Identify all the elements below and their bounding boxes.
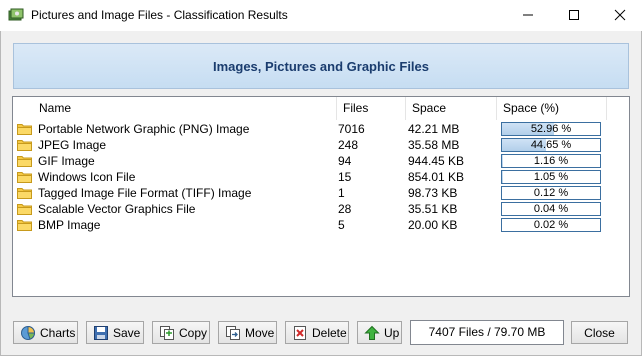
folder-icon: [17, 140, 32, 151]
delete-button[interactable]: Delete: [285, 321, 349, 344]
move-button[interactable]: Move: [218, 321, 277, 344]
space-size: 35.58 MB: [408, 138, 460, 152]
up-label: Up: [384, 325, 400, 340]
close-button[interactable]: Close: [571, 321, 628, 344]
space-size: 42.21 MB: [408, 122, 460, 136]
file-count: 7016: [338, 122, 365, 136]
minimize-icon: [523, 14, 533, 16]
file-type-name: Scalable Vector Graphics File: [38, 202, 196, 216]
file-type-name: Portable Network Graphic (PNG) Image: [38, 122, 250, 136]
table-row[interactable]: JPEG Image 248 35.58 MB 44.65 %: [13, 137, 629, 153]
folder-icon: [17, 156, 32, 167]
file-type-name: BMP Image: [38, 218, 101, 232]
folder-icon: [17, 124, 32, 135]
file-count: 15: [338, 170, 352, 184]
column-header-space[interactable]: Space: [406, 97, 497, 120]
move-icon: [226, 325, 240, 340]
maximize-button[interactable]: [551, 0, 597, 30]
column-header-name[interactable]: Name: [33, 97, 337, 120]
space-percent-bar: 0.04 %: [501, 202, 601, 216]
space-size: 98.73 KB: [408, 186, 458, 200]
space-percent-label: 1.05 %: [533, 171, 569, 183]
space-percent-label: 44.65 %: [530, 139, 572, 151]
charts-button[interactable]: Charts: [13, 321, 78, 344]
space-percent-bar: 0.12 %: [501, 186, 601, 200]
charts-label: Charts: [40, 325, 76, 340]
space-percent-label: 0.02 %: [533, 219, 569, 231]
copy-icon: [160, 325, 174, 340]
summary-field: 7407 Files / 79.70 MB: [410, 320, 564, 345]
table-row[interactable]: Tagged Image File Format (TIFF) Image 1 98…: [13, 185, 629, 201]
folder-icon: [17, 220, 32, 231]
folder-icon: [17, 204, 32, 215]
space-percent-bar: 1.05 %: [501, 170, 601, 184]
file-type-name: Windows Icon File: [38, 170, 136, 184]
app-icon: [8, 8, 24, 21]
save-button[interactable]: Save: [86, 321, 144, 344]
title-bar: Pictures and Image Files - Classificatio…: [0, 0, 642, 31]
close-window-button[interactable]: [597, 0, 642, 30]
file-type-name: JPEG Image: [38, 138, 107, 152]
file-count: 28: [338, 202, 352, 216]
space-percent-bar: 0.02 %: [501, 218, 601, 232]
table-row[interactable]: Portable Network Graphic (PNG) Image 7016…: [13, 121, 629, 137]
copy-label: Copy: [179, 325, 208, 340]
file-type-name: GIF Image: [38, 154, 95, 168]
delete-label: Delete: [312, 325, 347, 340]
space-percent-label: 1.16 %: [533, 155, 569, 167]
space-percent-label: 0.04 %: [533, 203, 569, 215]
close-label: Close: [584, 325, 615, 340]
space-percent-bar: 52.96 %: [501, 122, 601, 136]
category-banner: Images, Pictures and Graphic Files: [13, 43, 629, 89]
file-count: 5: [338, 218, 345, 232]
column-header-files[interactable]: Files: [337, 97, 406, 120]
copy-button[interactable]: Copy: [152, 321, 210, 344]
file-count: 248: [338, 138, 359, 152]
close-icon: [614, 9, 626, 21]
file-count: 1: [338, 186, 345, 200]
space-percent-bar: 44.65 %: [501, 138, 601, 152]
column-header-space-percent[interactable]: Space (%): [497, 97, 607, 120]
file-count: 94: [338, 154, 352, 168]
chart-icon: [21, 325, 36, 340]
move-label: Move: [245, 325, 275, 340]
file-type-name: Tagged Image File Format (TIFF) Image: [38, 186, 252, 200]
space-percent-label: 52.96 %: [530, 123, 572, 135]
save-label: Save: [113, 325, 141, 340]
table-row[interactable]: BMP Image 5 20.00 KB 0.02 %: [13, 217, 629, 233]
space-percent-label: 0.12 %: [533, 187, 569, 199]
table-row[interactable]: Scalable Vector Graphics File 28 35.51 KB 0…: [13, 201, 629, 217]
space-size: 854.01 KB: [408, 170, 465, 184]
up-button[interactable]: Up: [357, 321, 402, 344]
banner-title: Images, Pictures and Graphic Files: [212, 58, 430, 74]
minimize-button[interactable]: [505, 0, 551, 30]
table-row[interactable]: Windows Icon File 15 854.01 KB 1.05 %: [13, 169, 629, 185]
maximize-icon: [569, 10, 579, 20]
folder-icon: [17, 172, 32, 183]
results-list[interactable]: Name Files Space Space (%) Portable Netw…: [12, 96, 630, 297]
table-row[interactable]: GIF Image 94 944.45 KB 1.16 %: [13, 153, 629, 169]
space-size: 20.00 KB: [408, 218, 458, 232]
delete-icon: [294, 325, 306, 340]
space-size: 944.45 KB: [408, 154, 465, 168]
space-percent-bar: 1.16 %: [501, 154, 601, 168]
folder-icon: [17, 188, 32, 199]
space-size: 35.51 KB: [408, 202, 458, 216]
floppy-disk-icon: [94, 325, 108, 340]
window-title: Pictures and Image Files - Classificatio…: [31, 8, 288, 22]
up-arrow-icon: [364, 325, 380, 340]
list-header: Name Files Space Space (%): [13, 97, 629, 120]
